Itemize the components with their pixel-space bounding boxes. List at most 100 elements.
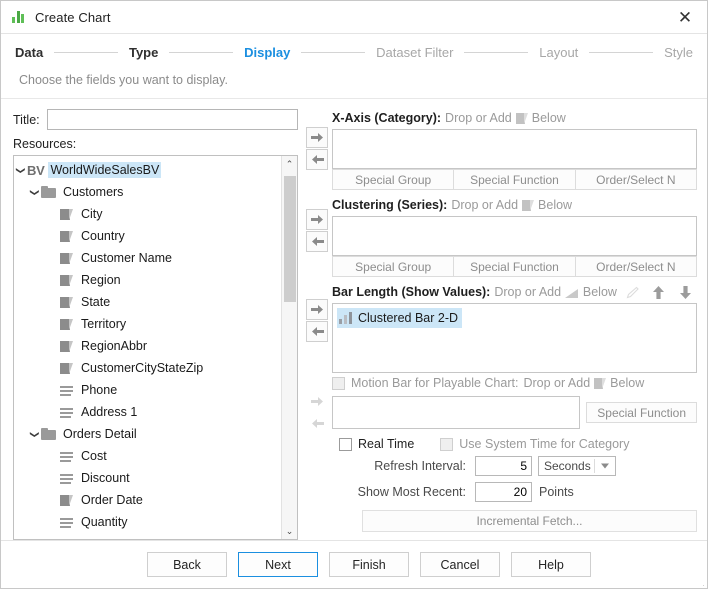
xaxis-button-row: Special Group Special Function Order/Sel… (332, 169, 697, 190)
step-separator (464, 52, 528, 53)
tree-node[interactable]: Territory (14, 313, 281, 335)
dialog-body: Title: Resources: ❯BVWorldWideSalesBV❯Cu… (1, 99, 707, 540)
tree-node[interactable]: Order Date (14, 489, 281, 511)
category-field-icon (60, 362, 73, 375)
edit-icon (621, 282, 644, 303)
refresh-interval-input[interactable] (475, 456, 532, 476)
tree-node[interactable]: Cost (14, 445, 281, 467)
step-type[interactable]: Type (129, 45, 158, 60)
help-button[interactable]: Help (511, 552, 591, 577)
chevron-down-icon[interactable]: ❯ (30, 186, 39, 199)
series-add-button[interactable] (306, 209, 328, 230)
xaxis-label-row: X-Axis (Category): Drop or Add Below (332, 109, 697, 127)
chevron-down-icon[interactable]: ❯ (16, 164, 25, 177)
back-button[interactable]: Back (147, 552, 227, 577)
move-up-icon[interactable] (648, 282, 671, 303)
resize-grip-icon[interactable] (691, 573, 704, 586)
show-most-recent-row: Show Most Recent: Points (354, 482, 697, 502)
step-data[interactable]: Data (15, 45, 43, 60)
measure-field-icon (60, 406, 73, 419)
refresh-unit-select[interactable]: Seconds (538, 456, 616, 476)
cancel-button[interactable]: Cancel (420, 552, 500, 577)
title-row: Title: (13, 109, 298, 130)
clustering-dropzone[interactable] (332, 216, 697, 256)
tree-node[interactable]: Address 1 (14, 401, 281, 423)
category-icon (516, 112, 528, 125)
tree-node[interactable]: ❯BV WorldWideSalesBV (14, 159, 281, 181)
tree-node-label: Territory (79, 316, 128, 332)
xaxis-order-select-n-button[interactable]: Order/Select N (576, 169, 697, 190)
xaxis-add-button[interactable] (306, 127, 328, 148)
xaxis-special-group-button[interactable]: Special Group (332, 169, 454, 190)
tree-scrollbar[interactable]: ⌃ ⌄ (281, 156, 297, 539)
xaxis-label: X-Axis (Category): (332, 111, 441, 125)
values-remove-button[interactable] (306, 321, 328, 342)
incremental-fetch-button[interactable]: Incremental Fetch... (362, 510, 697, 532)
tree-node[interactable]: Country (14, 225, 281, 247)
chevron-down-icon[interactable]: ❯ (30, 428, 39, 441)
clustering-hint-before: Drop or Add (451, 198, 518, 212)
step-dataset-filter[interactable]: Dataset Filter (376, 45, 453, 60)
motion-checkbox[interactable] (332, 377, 345, 390)
close-icon[interactable]: ✕ (671, 4, 699, 30)
clustering-special-function-button[interactable]: Special Function (454, 256, 575, 277)
folder-icon (41, 186, 56, 198)
tree-node[interactable]: City (14, 203, 281, 225)
tree-node[interactable]: Customer Name (14, 247, 281, 269)
bar-chart-icon (339, 312, 353, 324)
step-style[interactable]: Style (664, 45, 693, 60)
tree-node[interactable]: ❯Orders Detail (14, 423, 281, 445)
show-most-recent-input[interactable] (475, 482, 532, 502)
tree-node-label: Cost (79, 448, 109, 464)
system-time-label: Use System Time for Category (459, 437, 629, 451)
chevron-down-icon (601, 464, 609, 469)
tree-node[interactable]: State (14, 291, 281, 313)
tree-node[interactable]: RegionAbbr (14, 335, 281, 357)
move-down-icon[interactable] (674, 282, 697, 303)
window-title: Create Chart (35, 10, 111, 25)
clustering-special-group-button[interactable]: Special Group (332, 256, 454, 277)
tree-node[interactable]: Quantity (14, 511, 281, 533)
tree-node[interactable]: Phone (14, 379, 281, 401)
barlength-hint-before: Drop or Add (494, 285, 561, 299)
finish-button[interactable]: Finish (329, 552, 409, 577)
realtime-checkbox[interactable] (339, 438, 352, 451)
motion-remove-button (306, 413, 328, 434)
barlength-item-label: Clustered Bar 2-D (358, 311, 458, 325)
step-separator (54, 52, 118, 53)
scrollbar-thumb[interactable] (284, 176, 296, 302)
scroll-up-icon[interactable]: ⌃ (282, 156, 297, 172)
motion-special-function-button[interactable]: Special Function (586, 402, 697, 423)
title-input[interactable] (47, 109, 298, 130)
system-time-checkbox[interactable] (440, 438, 453, 451)
step-display[interactable]: Display (244, 45, 290, 60)
barlength-item[interactable]: Clustered Bar 2-D (337, 308, 462, 328)
scroll-down-icon[interactable]: ⌄ (282, 523, 297, 539)
series-remove-button[interactable] (306, 231, 328, 252)
tree-node[interactable]: Discount (14, 467, 281, 489)
resources-label: Resources: (13, 137, 298, 151)
refresh-unit-value: Seconds (544, 459, 591, 473)
step-layout[interactable]: Layout (539, 45, 578, 60)
tree-node[interactable]: CustomerCityStateZip (14, 357, 281, 379)
barlength-dropzone[interactable]: Clustered Bar 2-D (332, 303, 697, 373)
tree-scroll-area: ❯BVWorldWideSalesBV❯CustomersCityCountry… (14, 156, 281, 539)
tree-node[interactable]: ❯Customers (14, 181, 281, 203)
xaxis-special-function-button[interactable]: Special Function (454, 169, 575, 190)
tree-node[interactable]: Region (14, 269, 281, 291)
motion-label-row: Motion Bar for Playable Chart: Drop or A… (332, 373, 697, 393)
tree-node-label: Country (79, 228, 127, 244)
tree-node-label: WorldWideSalesBV (48, 162, 161, 178)
refresh-interval-label: Refresh Interval: (354, 459, 466, 473)
clustering-order-select-n-button[interactable]: Order/Select N (576, 256, 697, 277)
category-field-icon (60, 340, 73, 353)
category-field-icon (60, 296, 73, 309)
next-button[interactable]: Next (238, 552, 318, 577)
motion-dropzone[interactable] (332, 396, 580, 429)
show-most-recent-label: Show Most Recent: (354, 485, 466, 499)
xaxis-dropzone[interactable] (332, 129, 697, 169)
values-add-button[interactable] (306, 299, 328, 320)
business-view-icon: BV (27, 163, 44, 178)
category-field-icon (60, 252, 73, 265)
xaxis-remove-button[interactable] (306, 149, 328, 170)
